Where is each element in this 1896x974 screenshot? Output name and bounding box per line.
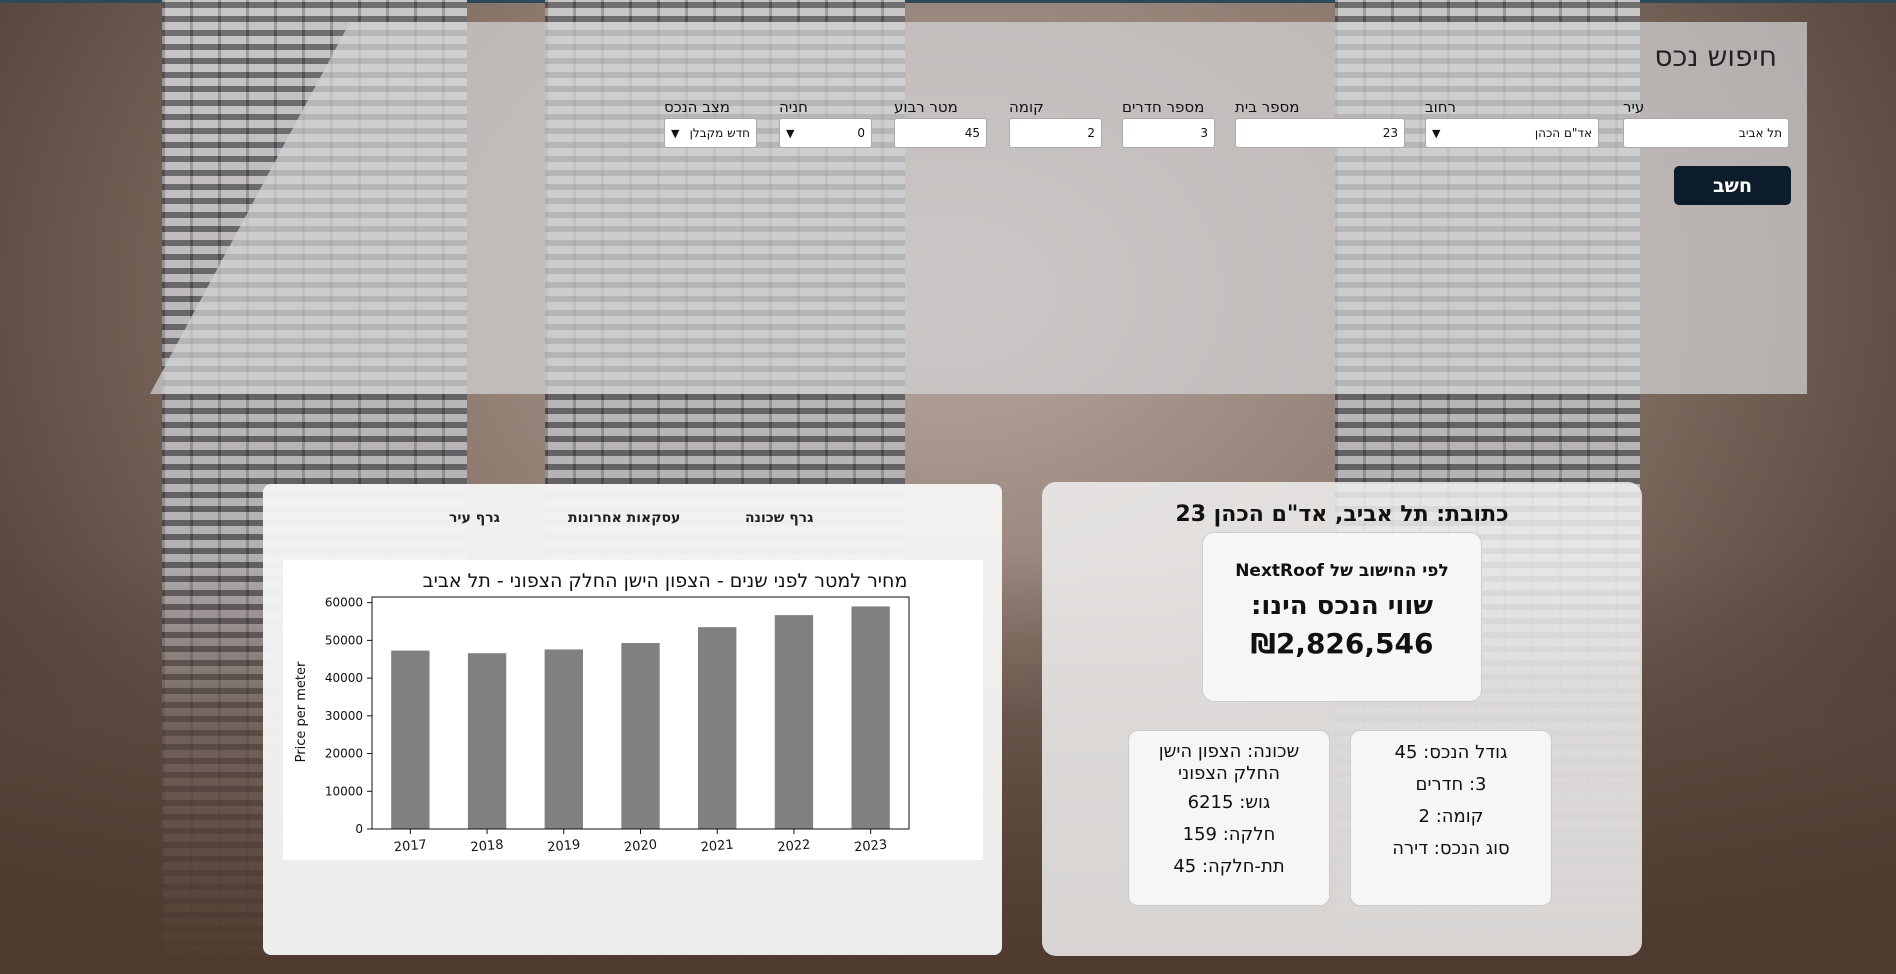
y-tick-label: 10000 xyxy=(325,784,363,798)
x-tick-label: 2020 xyxy=(623,838,657,856)
bar xyxy=(544,649,583,829)
size-detail: גודל הנכס: 45 xyxy=(1394,742,1508,763)
chart-title: מחיר למטר לפני שנים - הצפון הישן החלק הצ… xyxy=(423,570,908,592)
floor-input[interactable] xyxy=(1009,118,1102,148)
bar xyxy=(851,606,890,829)
subparcel-detail: תת-חלקה: 45 xyxy=(1173,856,1285,877)
sqm-label: מטר רבוע xyxy=(894,98,958,116)
sqm-input[interactable] xyxy=(894,118,987,148)
x-tick-label: 2019 xyxy=(547,838,581,856)
floor-field: קומה xyxy=(1009,98,1102,148)
y-tick-label: 0 xyxy=(355,822,363,836)
y-tick-label: 40000 xyxy=(325,671,363,685)
floor-detail: קומה: 2 xyxy=(1418,806,1484,827)
y-tick-label: 20000 xyxy=(325,747,363,761)
tab-city-graph[interactable]: גרף עיר xyxy=(449,510,500,526)
type-detail: סוג הנכס: דירה xyxy=(1392,838,1510,859)
sqm-field: מטר רבוע xyxy=(894,98,987,148)
rooms-field: מספר חדרים xyxy=(1122,98,1215,148)
house-number-input[interactable] xyxy=(1235,118,1405,148)
parking-label: חניה xyxy=(779,98,808,116)
street-field: רחוב אד"ם הכהן ▼ xyxy=(1425,98,1599,148)
chevron-down-icon: ▼ xyxy=(671,126,680,140)
parking-select-value: 0 xyxy=(857,126,865,140)
block-detail: גוש: 6215 xyxy=(1187,792,1271,813)
city-field: עיר xyxy=(1623,98,1789,148)
condition-field: מצב הנכס חדש מקבלן ▼ xyxy=(664,98,757,148)
y-tick-label: 60000 xyxy=(325,596,363,610)
house-number-field: מספר בית xyxy=(1235,98,1405,148)
x-tick-label: 2022 xyxy=(777,838,811,856)
city-label: עיר xyxy=(1623,98,1645,116)
street-select[interactable]: אד"ם הכהן ▼ xyxy=(1425,118,1599,148)
property-value: ₪2,826,546 xyxy=(1250,627,1434,660)
x-tick-label: 2023 xyxy=(854,838,888,856)
result-card: כתובת: תל אביב, אד"ם הכהן 23 לפי החישוב … xyxy=(1042,482,1642,956)
x-tick-label: 2018 xyxy=(470,838,504,856)
tab-recent-deals[interactable]: עסקאות אחרונות xyxy=(568,510,680,526)
city-input[interactable] xyxy=(1623,118,1789,148)
x-tick-label: 2021 xyxy=(700,838,734,856)
bar xyxy=(391,650,430,829)
rooms-detail: 3: חדרים xyxy=(1415,774,1487,795)
condition-select-value: חדש מקבלן xyxy=(689,126,750,140)
chart-card: גרף שכונה עסקאות אחרונות גרף עיר מחיר למ… xyxy=(263,484,1002,955)
y-tick-label: 30000 xyxy=(325,709,363,723)
condition-select[interactable]: חדש מקבלן ▼ xyxy=(664,118,757,148)
search-panel: חיפוש נכס עיר רחוב אד"ם הכהן ▼ מספר בית … xyxy=(150,22,1807,394)
calc-source-label: לפי החישוב של NextRoof xyxy=(1235,561,1449,581)
price-chart-svg: מחיר למטר לפני שנים - הצפון הישן החלק הצ… xyxy=(294,570,910,856)
rooms-label: מספר חדרים xyxy=(1122,98,1205,116)
details-location-box: שכונה: הצפון הישן החלק הצפוני גוש: 6215 … xyxy=(1128,730,1330,906)
chevron-down-icon: ▼ xyxy=(786,126,795,140)
property-address: כתובת: תל אביב, אד"ם הכהן 23 xyxy=(1175,502,1509,527)
search-title: חיפוש נכס xyxy=(1654,40,1777,73)
chevron-down-icon: ▼ xyxy=(1432,126,1441,140)
parking-field: חניה 0 ▼ xyxy=(779,98,872,148)
price-chart: מחיר למטר לפני שנים - הצפון הישן החלק הצ… xyxy=(283,560,983,860)
chart-ylabel: Price per meter xyxy=(294,661,309,762)
rooms-input[interactable] xyxy=(1122,118,1215,148)
calculate-button[interactable]: חשב xyxy=(1674,166,1791,205)
value-box: לפי החישוב של NextRoof שווי הנכס הינו: ₪… xyxy=(1202,532,1482,702)
street-label: רחוב xyxy=(1425,98,1457,116)
chart-tabs: גרף שכונה עסקאות אחרונות גרף עיר xyxy=(263,510,1002,534)
value-label: שווי הנכס הינו: xyxy=(1251,591,1433,621)
y-tick-label: 50000 xyxy=(325,633,363,647)
bar xyxy=(621,643,660,829)
parcel-detail: חלקה: 159 xyxy=(1182,824,1276,845)
details-property-box: גודל הנכס: 45 3: חדרים קומה: 2 סוג הנכס:… xyxy=(1350,730,1552,906)
neighborhood-detail: שכונה: הצפון הישן החלק הצפוני xyxy=(1158,741,1300,784)
tab-neighborhood-graph[interactable]: גרף שכונה xyxy=(745,510,813,526)
x-tick-label: 2017 xyxy=(393,838,427,856)
house-number-label: מספר בית xyxy=(1235,98,1300,116)
bar xyxy=(467,653,507,829)
bar xyxy=(698,627,737,829)
bar xyxy=(774,615,814,829)
street-select-value: אד"ם הכהן xyxy=(1534,126,1592,140)
floor-label: קומה xyxy=(1009,98,1044,116)
parking-select[interactable]: 0 ▼ xyxy=(779,118,872,148)
condition-label: מצב הנכס xyxy=(664,98,730,116)
